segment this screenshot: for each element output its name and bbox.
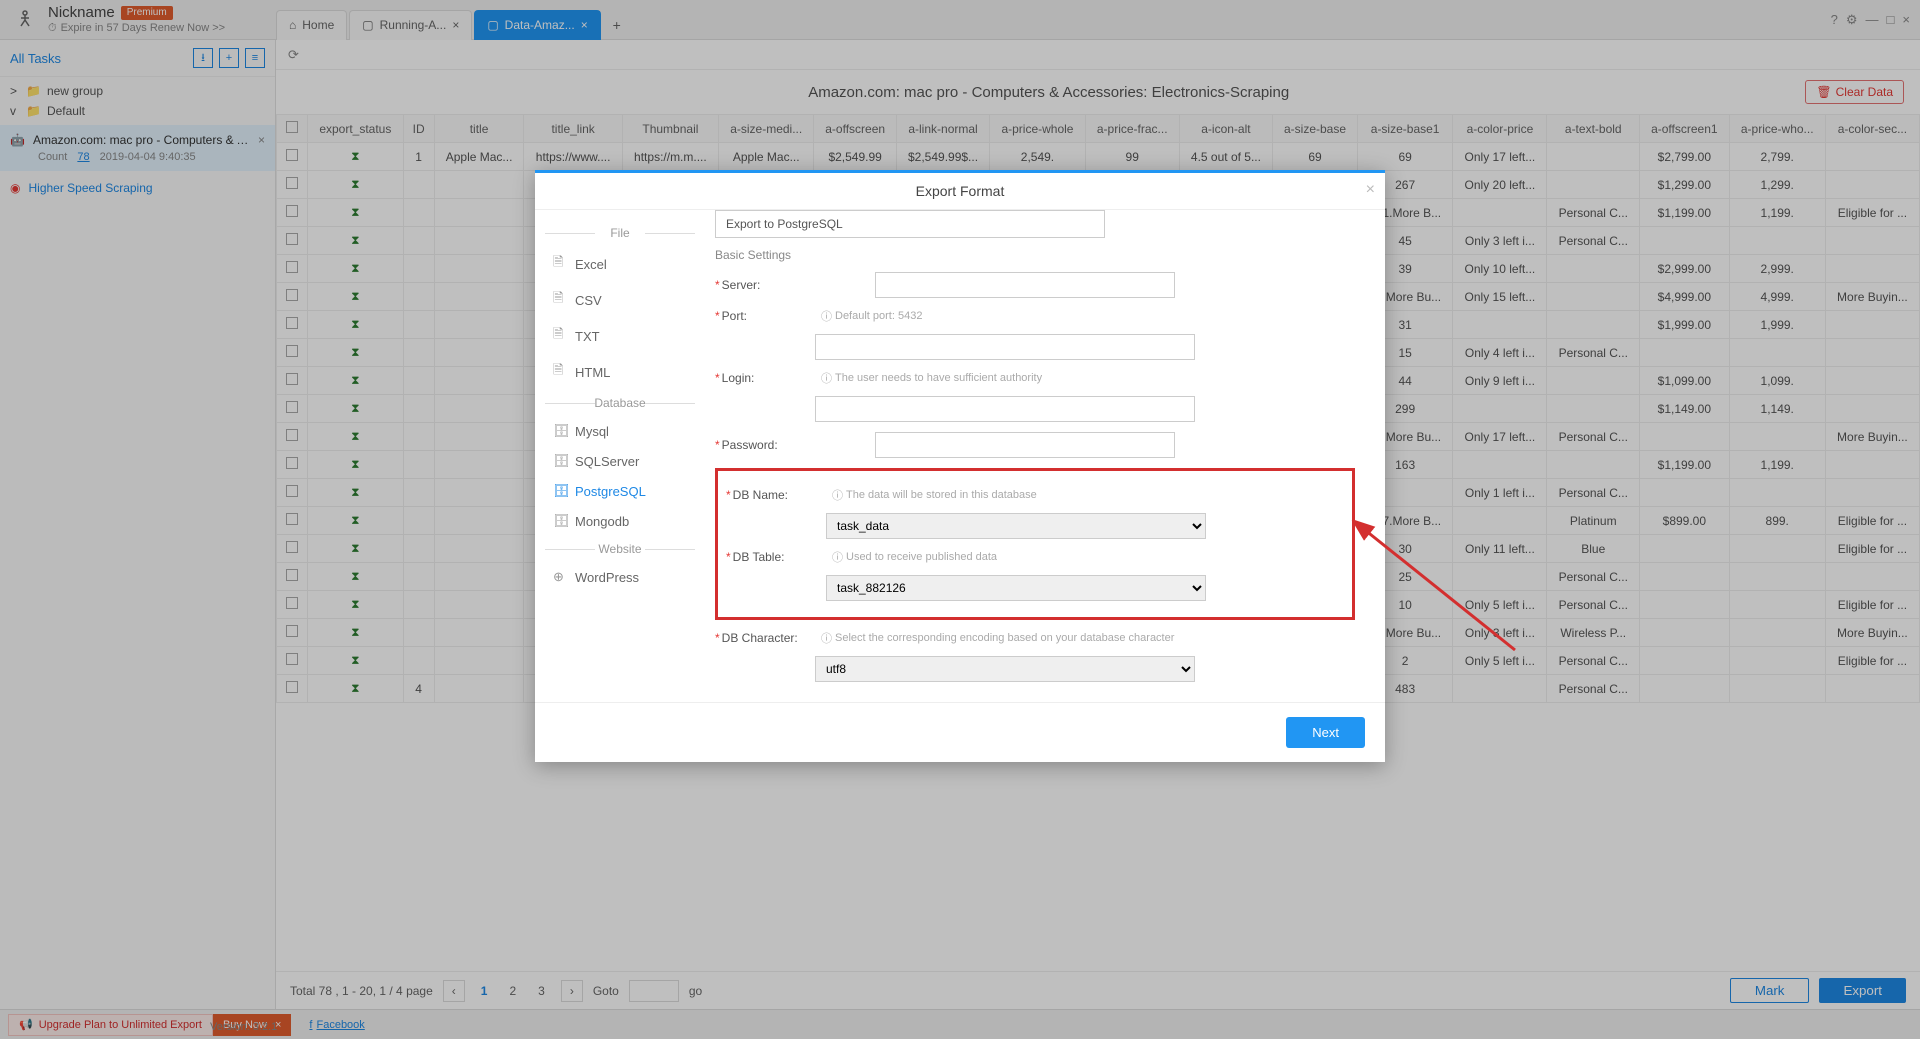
dialog-footer: Next: [535, 702, 1385, 762]
login-hint: ⓘ The user needs to have sufficient auth…: [821, 370, 1042, 386]
dbtable-hint: ⓘ Used to receive published data: [832, 549, 997, 565]
port-row: *Port: ⓘ Default port: 5432: [715, 308, 1355, 324]
dialog-content: Export to PostgreSQL Basic Settings *Ser…: [705, 210, 1385, 702]
export-sqlserver[interactable]: 🗄SQLServer: [535, 446, 705, 476]
highlighted-db-fields: *DB Name: ⓘ The data will be stored in t…: [715, 468, 1355, 620]
export-excel[interactable]: 🗎Excel: [535, 246, 705, 282]
password-input[interactable]: [875, 432, 1175, 458]
export-mysql[interactable]: 🗄Mysql: [535, 416, 705, 446]
section-website: Website: [535, 542, 705, 556]
login-input[interactable]: [815, 396, 1195, 422]
dbchar-row: *DB Character: ⓘ Select the correspondin…: [715, 630, 1355, 646]
dbtable-row: *DB Table: ⓘ Used to receive published d…: [726, 549, 1344, 565]
server-row: *Server:: [715, 272, 1355, 298]
export-html[interactable]: 🗎HTML: [535, 354, 705, 390]
export-mongodb[interactable]: 🗄Mongodb: [535, 506, 705, 536]
export-mode-box[interactable]: Export to PostgreSQL: [715, 210, 1105, 238]
dbchar-hint: ⓘ Select the corresponding encoding base…: [821, 630, 1174, 646]
dbtable-select[interactable]: task_882126: [826, 575, 1206, 601]
server-input[interactable]: [875, 272, 1175, 298]
export-csv[interactable]: 🗎CSV: [535, 282, 705, 318]
password-row: *Password:: [715, 432, 1355, 458]
dialog-close-icon[interactable]: ×: [1366, 181, 1375, 199]
export-format-dialog: Export Format × File 🗎Excel 🗎CSV 🗎TXT 🗎H…: [535, 170, 1385, 762]
port-hint: ⓘ Default port: 5432: [821, 308, 922, 324]
section-file: File: [535, 226, 705, 240]
dialog-sidebar: File 🗎Excel 🗎CSV 🗎TXT 🗎HTML Database 🗄My…: [535, 210, 705, 702]
export-postgresql[interactable]: 🗄PostgreSQL: [535, 476, 705, 506]
export-txt[interactable]: 🗎TXT: [535, 318, 705, 354]
dbname-row: *DB Name: ⓘ The data will be stored in t…: [726, 487, 1344, 503]
port-input[interactable]: [815, 334, 1195, 360]
export-wordpress[interactable]: ⊕WordPress: [535, 562, 705, 592]
dbchar-select[interactable]: utf8: [815, 656, 1195, 682]
modal-overlay: Export Format × File 🗎Excel 🗎CSV 🗎TXT 🗎H…: [0, 0, 1920, 1039]
section-database: Database: [535, 396, 705, 410]
basic-settings-label: Basic Settings: [715, 248, 1355, 262]
dbname-select[interactable]: task_data: [826, 513, 1206, 539]
annotation-arrow-icon: [1335, 520, 1535, 660]
dialog-title: Export Format ×: [535, 173, 1385, 210]
login-row: *Login: ⓘ The user needs to have suffici…: [715, 370, 1355, 386]
dbname-hint: ⓘ The data will be stored in this databa…: [832, 487, 1037, 503]
next-button[interactable]: Next: [1286, 717, 1365, 748]
